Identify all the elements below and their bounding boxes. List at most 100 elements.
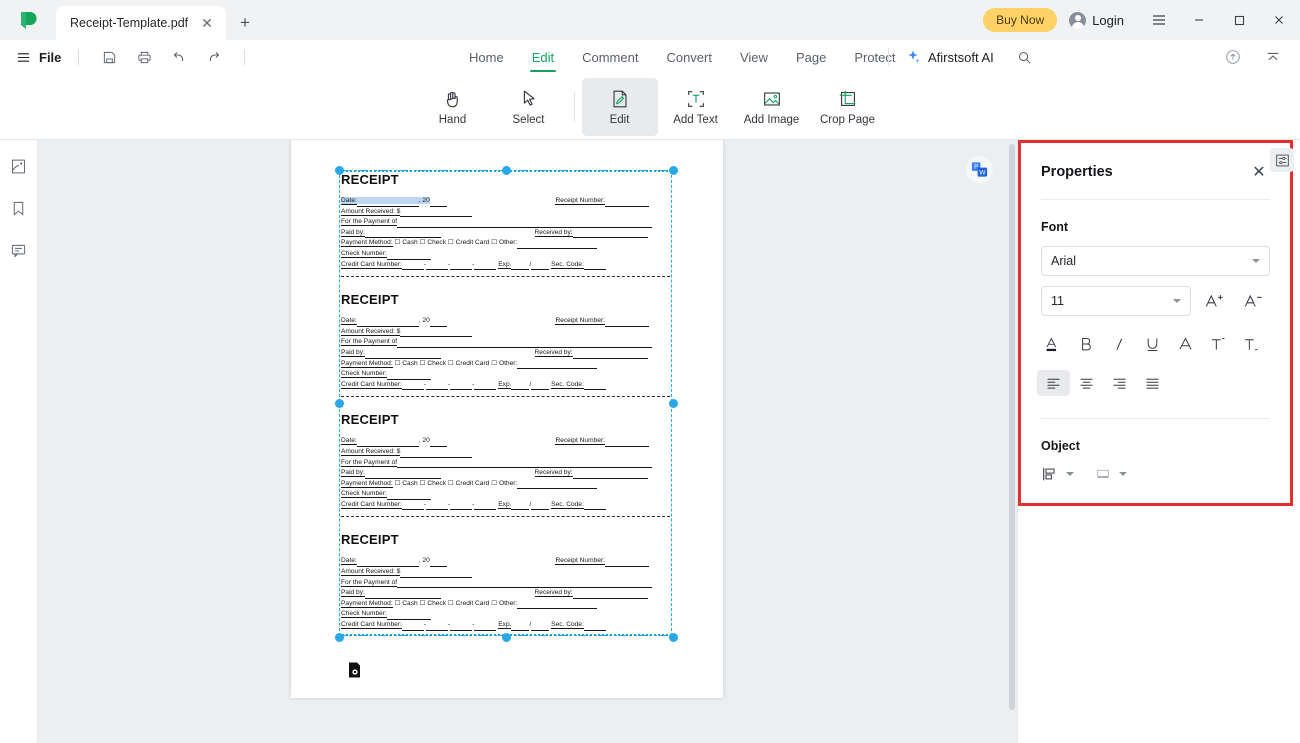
maximize-button[interactable] — [1220, 0, 1258, 40]
sidebar-item-bookmarks[interactable] — [5, 194, 33, 222]
strikethrough-button[interactable] — [1169, 330, 1202, 358]
viewer-scrollbar[interactable] — [1009, 144, 1015, 710]
pdf-viewer[interactable]: P W RECEIPT Date: , 20 Receipt Number: A… — [38, 140, 1017, 743]
checkbox-cc-box[interactable]: ☐ — [448, 360, 454, 367]
divider — [244, 49, 246, 65]
resize-handle-tr[interactable] — [669, 166, 678, 175]
checkbox-check-box[interactable]: ☐ — [420, 600, 426, 607]
checkbox-cc-box[interactable]: ☐ — [448, 600, 454, 607]
align-center-button[interactable] — [1070, 370, 1103, 396]
superscript-button[interactable] — [1202, 330, 1235, 358]
convert-to-word-button[interactable]: P W — [966, 156, 993, 183]
object-section-label: Object — [1041, 439, 1080, 453]
font-grow-icon — [1205, 294, 1223, 307]
field-label-paid-by: Paid by: — [341, 469, 365, 478]
tab-home[interactable]: Home — [455, 40, 518, 74]
pdf-page[interactable]: RECEIPT Date: , 20 Receipt Number: Amount… — [291, 140, 723, 698]
toggle-properties-panel-button[interactable] — [1270, 148, 1294, 172]
buy-now-button[interactable]: Buy Now — [983, 8, 1058, 32]
checkbox-cash-box[interactable]: ☐ — [395, 360, 401, 367]
field-label-receipt-number: Receipt Number: — [555, 197, 605, 205]
tool-add-image[interactable]: Add Image — [734, 78, 810, 136]
resize-handle-mr[interactable] — [669, 399, 678, 408]
tab-protect[interactable]: Protect — [840, 40, 909, 74]
search-icon[interactable] — [1012, 45, 1038, 69]
decrease-font-size-button[interactable] — [1237, 286, 1270, 316]
checkbox-cash-box[interactable]: ☐ — [395, 600, 401, 607]
checkbox-cash-box[interactable]: ☐ — [395, 480, 401, 487]
checkbox-check-box[interactable]: ☐ — [420, 480, 426, 487]
receipt-block[interactable]: RECEIPT Date: , 20 Receipt Number: Amount… — [341, 284, 670, 404]
undo-icon[interactable] — [166, 45, 192, 69]
underline-button[interactable] — [1136, 330, 1169, 358]
font-family-select[interactable]: Arial — [1041, 246, 1270, 276]
tool-select[interactable]: Select — [491, 78, 567, 136]
sidebar-item-comments[interactable] — [5, 236, 33, 264]
checkbox-cc-box[interactable]: ☐ — [448, 480, 454, 487]
resize-handle-br[interactable] — [669, 633, 678, 642]
align-objects-button[interactable] — [1041, 465, 1074, 483]
window-close-button[interactable] — [1260, 0, 1298, 40]
login-button[interactable]: Login — [1069, 11, 1124, 29]
font-size-select[interactable]: 11 — [1041, 286, 1192, 316]
checkbox-other-box[interactable]: ☐ — [491, 360, 497, 367]
increase-font-size-button[interactable] — [1197, 286, 1230, 316]
redo-icon[interactable] — [201, 45, 227, 69]
new-tab-button[interactable]: + — [230, 6, 260, 40]
print-icon[interactable] — [131, 45, 157, 69]
add-text-icon — [687, 90, 704, 107]
checkbox-cc-box[interactable]: ☐ — [448, 239, 454, 246]
tool-hand[interactable]: Hand — [415, 78, 491, 136]
checkbox-other-box[interactable]: ☐ — [491, 239, 497, 246]
file-menu-button[interactable]: File — [39, 50, 61, 65]
receipt-line-amount: Amount Received: $ — [341, 447, 670, 458]
document-tab[interactable]: Receipt-Template.pdf ✕ — [56, 6, 226, 40]
app-menu-button[interactable] — [1140, 0, 1178, 40]
bold-button[interactable] — [1070, 330, 1103, 358]
receipt-line-check-number: Check Number: — [341, 369, 670, 380]
receipt-block[interactable]: RECEIPT Date: , 20 Receipt Number: Amount… — [341, 524, 670, 637]
minimize-button[interactable] — [1180, 0, 1218, 40]
checkbox-check-box[interactable]: ☐ — [420, 239, 426, 246]
arrange-order-button[interactable] — [1094, 465, 1127, 483]
field-label-date: Date: — [341, 197, 357, 205]
tab-view[interactable]: View — [726, 40, 782, 74]
edit-toolbar: Hand Select Edit Add Text Add Image Crop… — [0, 74, 1300, 140]
align-left-button[interactable] — [1037, 370, 1070, 396]
field-label-for-payment: For the Payment of — [341, 338, 398, 347]
align-justify-button[interactable] — [1136, 370, 1169, 396]
tab-comment[interactable]: Comment — [568, 40, 652, 74]
subscript-icon — [1245, 338, 1258, 350]
close-icon[interactable]: ✕ — [198, 14, 216, 32]
italic-button[interactable] — [1103, 330, 1136, 358]
afirstsoft-ai-button[interactable]: Afirstsoft AI — [905, 49, 994, 65]
page-object-glyph — [349, 662, 360, 678]
tool-crop-page[interactable]: Crop Page — [810, 78, 886, 136]
checkbox-cash-box[interactable]: ☐ — [395, 239, 401, 246]
page-object-icon[interactable] — [348, 662, 361, 683]
field-label-cc-number: Credit Card Number: — [341, 260, 402, 269]
tab-convert[interactable]: Convert — [652, 40, 726, 74]
checkbox-other-box[interactable]: ☐ — [491, 480, 497, 487]
collapse-ribbon-icon[interactable] — [1260, 45, 1286, 69]
tool-edit[interactable]: Edit — [581, 77, 658, 136]
checkbox-other-box[interactable]: ☐ — [491, 600, 497, 607]
save-icon[interactable] — [96, 45, 122, 69]
tab-page[interactable]: Page — [782, 40, 840, 74]
tool-add-text[interactable]: Add Text — [658, 78, 734, 136]
receipt-block[interactable]: RECEIPT Date: , 20 Receipt Number: Amount… — [341, 404, 670, 524]
subscript-button[interactable] — [1235, 330, 1268, 358]
field-label-date: Date: — [341, 317, 357, 326]
cloud-upload-icon[interactable] — [1220, 45, 1246, 69]
font-color-button[interactable] — [1037, 330, 1070, 358]
tab-edit[interactable]: Edit — [518, 40, 568, 74]
field-label-paid-by: Paid by: — [341, 589, 365, 598]
receipt-block[interactable]: RECEIPT Date: , 20 Receipt Number: Amount… — [341, 172, 670, 284]
field-label-paid-by: Paid by: — [341, 228, 365, 237]
close-icon[interactable]: ✕ — [1248, 161, 1270, 183]
checkbox-check-box[interactable]: ☐ — [420, 360, 426, 367]
field-label-cc-number: Credit Card Number: — [341, 380, 402, 389]
receipt-line-method: Payment Method: ☐ Cash ☐ Check ☐ Credit … — [341, 359, 670, 370]
align-right-button[interactable] — [1103, 370, 1136, 396]
sidebar-item-thumbnails[interactable] — [5, 152, 33, 180]
